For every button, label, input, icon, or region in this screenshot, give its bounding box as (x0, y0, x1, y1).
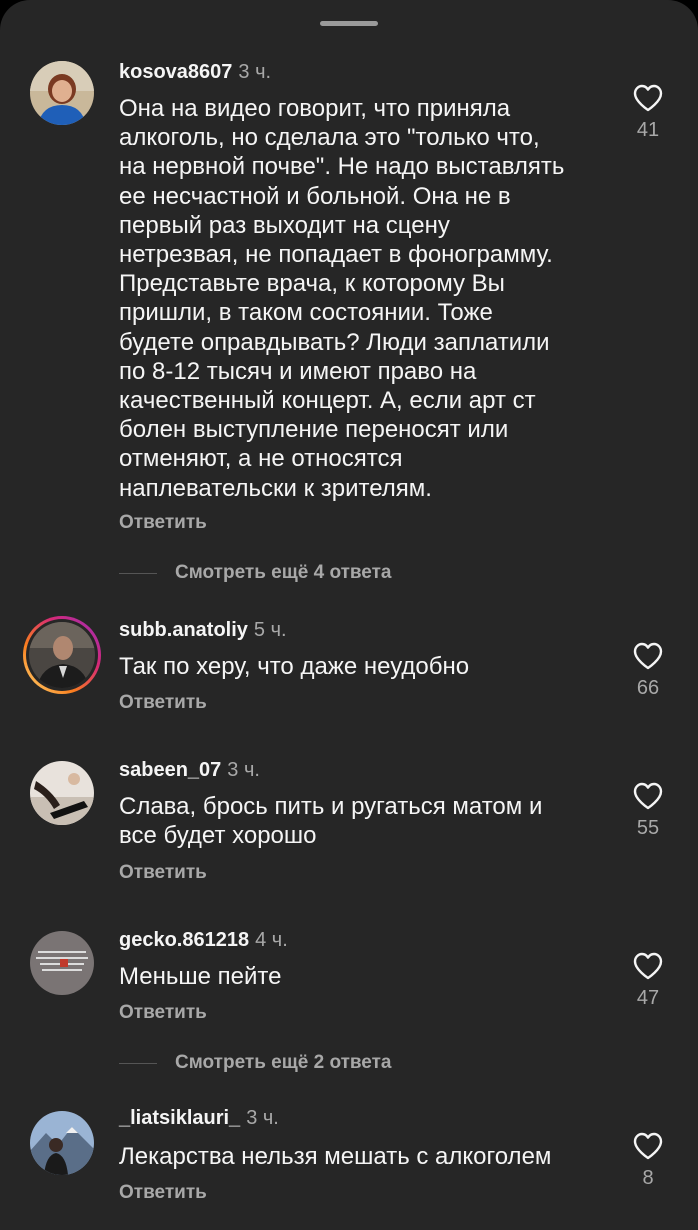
comment-time: 3 ч. (227, 759, 260, 781)
divider-line (119, 1062, 157, 1064)
reply-button[interactable]: Ответить (119, 861, 207, 885)
like-control: 47 (628, 952, 668, 1010)
comment-meta: sabeen_07 3 ч. (119, 758, 260, 782)
heart-outline-icon[interactable] (628, 1132, 668, 1160)
like-control: 66 (628, 642, 668, 700)
heart-outline-icon[interactable] (628, 642, 668, 670)
reply-button[interactable]: Ответить (119, 691, 207, 715)
comment-meta: gecko.861218 4 ч. (119, 928, 288, 952)
comment-text: Меньше пейте (119, 963, 282, 990)
like-count: 66 (636, 677, 660, 699)
comment-text: Слава, брось пить и ругаться матом и все… (119, 793, 543, 850)
reply-button[interactable]: Ответить (119, 1001, 207, 1025)
heart-outline-icon[interactable] (628, 952, 668, 980)
avatar[interactable] (30, 1111, 94, 1175)
view-more-replies[interactable]: Смотреть ещё 4 ответа (119, 561, 392, 585)
like-count: 41 (636, 119, 660, 141)
heart-outline-icon[interactable] (628, 84, 668, 112)
like-count: 55 (636, 817, 660, 839)
sheet-grabber-handle[interactable] (320, 21, 378, 26)
avatar-story-ring[interactable] (23, 616, 101, 694)
comment-username[interactable]: sabeen_07 (119, 759, 221, 781)
comment-meta: subb.anatoliy 5 ч. (119, 618, 287, 642)
view-more-replies-label[interactable]: Смотреть ещё 2 ответа (175, 1052, 392, 1074)
comment-username[interactable]: subb.anatoliy (119, 619, 248, 641)
reply-button[interactable]: Ответить (119, 511, 207, 535)
comment-time: 3 ч. (238, 61, 272, 83)
divider-line (119, 572, 157, 574)
comment-time: 3 ч. (246, 1107, 279, 1129)
comment-time: 5 ч. (253, 619, 287, 641)
avatar (29, 622, 95, 688)
comment-text: Так по херу, что даже неудобно (119, 653, 470, 680)
comment-username[interactable]: gecko.861218 (119, 929, 249, 951)
like-control: 8 (628, 1132, 668, 1190)
comment-time: 4 ч. (255, 929, 288, 951)
view-more-replies-label[interactable]: Смотреть ещё 4 ответа (175, 562, 392, 584)
like-count: 47 (636, 987, 660, 1009)
comment-text: Она на видео говорит, что приняла алкого… (119, 95, 565, 502)
comment-meta: _liatsiklauri_ 3 ч. (119, 1106, 279, 1130)
avatar[interactable] (30, 761, 94, 825)
comments-sheet: kosova8607 3 ч. Она на видео говорит, что… (0, 0, 698, 1230)
like-control: 55 (628, 782, 668, 840)
avatar[interactable] (30, 931, 94, 995)
view-more-replies[interactable]: Смотреть ещё 2 ответа (119, 1051, 392, 1075)
avatar[interactable] (30, 61, 94, 125)
heart-outline-icon[interactable] (628, 782, 668, 810)
reply-button[interactable]: Ответить (119, 1181, 207, 1205)
like-count: 8 (642, 1167, 654, 1189)
comment-text: Лекарства нельзя мешать с алкоголем (119, 1143, 552, 1170)
comment-username[interactable]: _liatsiklauri_ (119, 1107, 240, 1129)
like-control: 41 (628, 84, 668, 142)
comment-meta: kosova8607 3 ч. (119, 60, 271, 84)
comment-username[interactable]: kosova8607 (119, 61, 232, 83)
